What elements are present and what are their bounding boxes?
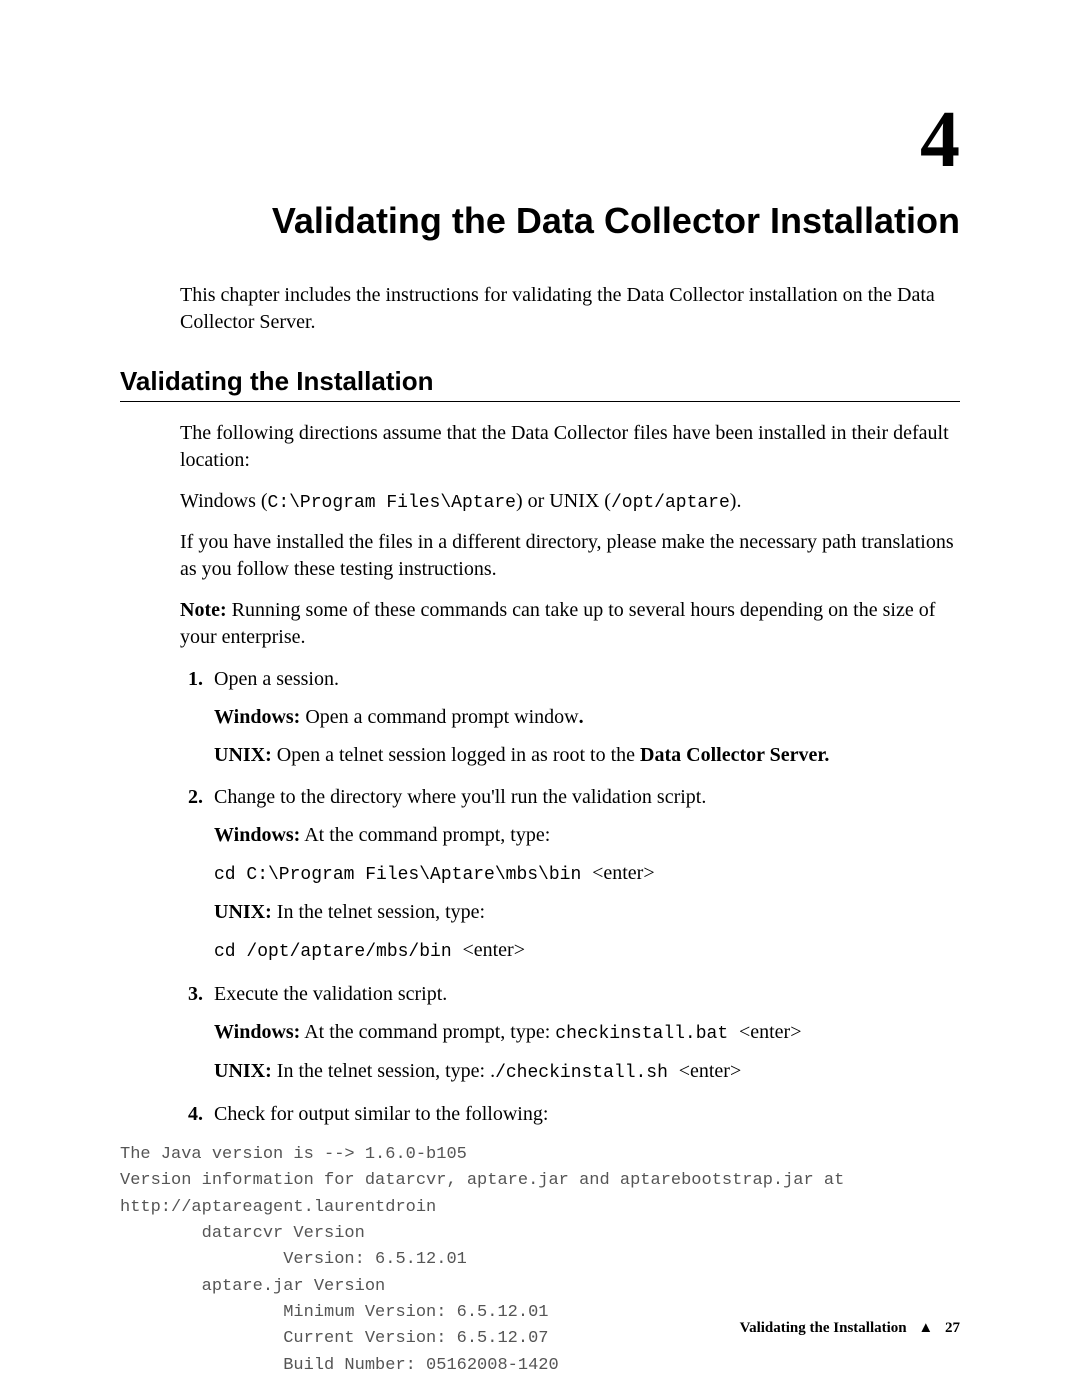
section-p2: Windows (C:\Program Files\Aptare) or UNI… xyxy=(180,488,960,515)
step-1-text: Open a session. xyxy=(214,668,339,690)
note-label: Note: xyxy=(180,599,227,621)
step-3-windows: Windows: At the command prompt, type: ch… xyxy=(214,1018,960,1047)
p2-pre: Windows ( xyxy=(180,490,268,512)
s2-win-enter: <enter> xyxy=(592,862,655,884)
s1-win-label: Windows: xyxy=(214,706,300,728)
s1-unix-body: Open a telnet session logged in as root … xyxy=(272,744,640,766)
s2-unix-label: UNIX: xyxy=(214,901,272,923)
note-body: Running some of these commands can take … xyxy=(180,599,935,648)
s2-win-cmd: cd C:\Program Files\Aptare\mbs\bin xyxy=(214,865,592,885)
s2-win-label: Windows: xyxy=(214,824,300,846)
section-p3: If you have installed the files in a dif… xyxy=(180,529,960,583)
p2-post: ). xyxy=(730,490,742,512)
s3-win-enter: <enter> xyxy=(739,1021,802,1043)
s3-win-label: Windows: xyxy=(214,1021,300,1043)
step-2-unix-cmd: cd /opt/aptare/mbs/bin <enter> xyxy=(214,936,960,965)
command-output: The Java version is --> 1.6.0-b105 Versi… xyxy=(120,1142,960,1379)
step-4: Check for output similar to the followin… xyxy=(208,1100,960,1128)
step-1-unix: UNIX: Open a telnet session logged in as… xyxy=(214,741,960,769)
s3-unix-cmd: /checkinstall.sh xyxy=(495,1063,679,1083)
section-note: Note: Running some of these commands can… xyxy=(180,597,960,651)
step-3: Execute the validation script. Windows: … xyxy=(208,980,960,1086)
s3-win-body: At the command prompt, type: xyxy=(300,1021,555,1043)
s2-unix-enter: <enter> xyxy=(462,939,525,961)
step-1: Open a session. Windows: Open a command … xyxy=(208,665,960,769)
step-2: Change to the directory where you'll run… xyxy=(208,783,960,965)
footer-separator-icon: ▲ xyxy=(918,1320,933,1336)
footer-title: Validating the Installation xyxy=(740,1320,907,1336)
s2-unix-body: In the telnet session, type: xyxy=(272,901,485,923)
step-1-windows: Windows: Open a command prompt window. xyxy=(214,703,960,731)
s2-win-body: At the command prompt, type: xyxy=(300,824,550,846)
footer-page-number: 27 xyxy=(945,1320,960,1336)
s3-unix-enter: <enter> xyxy=(679,1060,742,1082)
s1-win-body: Open a command prompt window xyxy=(300,706,578,728)
step-2-windows-label: Windows: At the command prompt, type: xyxy=(214,821,960,849)
section-heading: Validating the Installation xyxy=(120,366,960,402)
page-footer: Validating the Installation ▲ 27 xyxy=(740,1320,960,1337)
s3-unix-body: In the telnet session, type: . xyxy=(272,1060,495,1082)
section-p1: The following directions assume that the… xyxy=(180,420,960,474)
p2-mid: ) or UNIX ( xyxy=(516,490,611,512)
step-4-text: Check for output similar to the followin… xyxy=(214,1103,548,1125)
chapter-number: 4 xyxy=(120,100,960,180)
section-body: The following directions assume that the… xyxy=(180,420,960,651)
chapter-title: Validating the Data Collector Installati… xyxy=(120,200,960,242)
step-3-unix: UNIX: In the telnet session, type: ./che… xyxy=(214,1057,960,1086)
step-2-text: Change to the directory where you'll run… xyxy=(214,786,706,808)
step-2-unix-label: UNIX: In the telnet session, type: xyxy=(214,898,960,926)
path-windows: C:\Program Files\Aptare xyxy=(268,493,516,513)
steps-list: Open a session. Windows: Open a command … xyxy=(180,665,960,1128)
s1-unix-label: UNIX: xyxy=(214,744,272,766)
chapter-intro: This chapter includes the instructions f… xyxy=(180,282,960,336)
step-2-windows-cmd: cd C:\Program Files\Aptare\mbs\bin <ente… xyxy=(214,859,960,888)
s2-unix-cmd: cd /opt/aptare/mbs/bin xyxy=(214,942,462,962)
s3-win-cmd: checkinstall.bat xyxy=(555,1024,739,1044)
s1-unix-bold: Data Collector Server. xyxy=(640,744,829,766)
s3-unix-label: UNIX: xyxy=(214,1060,272,1082)
s1-win-stop: . xyxy=(579,706,584,728)
page: 4 Validating the Data Collector Installa… xyxy=(0,0,1080,1397)
step-3-text: Execute the validation script. xyxy=(214,983,447,1005)
path-unix: /opt/aptare xyxy=(611,493,730,513)
